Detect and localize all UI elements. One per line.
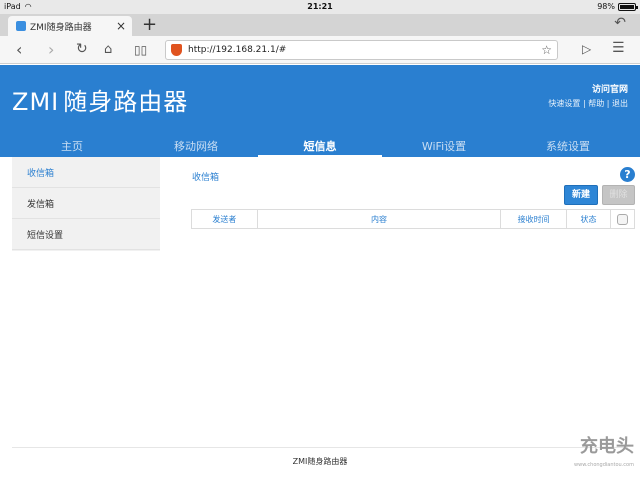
column-content: 内容	[256, 209, 502, 229]
reload-icon[interactable]: ↻	[76, 41, 88, 57]
browser-tab-strip: ZMI随身路由器 × + ↶	[0, 14, 640, 36]
nav-wifi[interactable]: WiFi设置	[382, 137, 506, 157]
back-icon[interactable]: ‹	[16, 40, 22, 59]
quick-setup-link[interactable]: 快速设置	[548, 99, 580, 108]
browser-tab[interactable]: ZMI随身路由器 ×	[8, 16, 132, 36]
delete-button[interactable]: 删除	[602, 185, 635, 205]
bookmarks-icon[interactable]: ▯▯	[134, 43, 147, 57]
new-message-button[interactable]: 新建	[564, 185, 598, 205]
nav-mobile-network[interactable]: 移动网络	[134, 137, 258, 157]
column-sender: 发送者	[191, 209, 258, 229]
watermark-text: 充电头	[580, 436, 634, 457]
status-time: 21:21	[307, 2, 333, 11]
battery-icon	[618, 2, 638, 11]
status-bar: iPad ◠ 21:21 98%	[0, 0, 640, 14]
help-icon[interactable]: ?	[620, 167, 635, 182]
logo-latin: ZMI	[12, 88, 60, 116]
select-all-checkbox[interactable]	[617, 213, 628, 225]
column-status: 状态	[566, 209, 611, 229]
tab-title: ZMI随身路由器	[30, 22, 92, 33]
header-links: 访问官网 快速设置 | 帮助 | 退出	[548, 82, 628, 109]
nav-home[interactable]: 主页	[10, 137, 134, 157]
inbox-table: 发送者 内容 接收时间 状态	[191, 209, 635, 229]
sidebar-item-outbox[interactable]: 发信箱	[12, 188, 160, 219]
battery-percent: 98%	[597, 2, 615, 11]
favicon-icon	[16, 21, 26, 31]
sms-sidebar: 收信箱 发信箱 短信设置	[12, 157, 160, 251]
router-header: ZMI 随身路由器 访问官网 快速设置 | 帮助 | 退出 主页 移动网络 短信息…	[0, 65, 640, 157]
play-icon[interactable]: ▷	[582, 42, 591, 56]
column-select	[610, 209, 635, 229]
logout-link[interactable]: 退出	[612, 99, 628, 108]
footer-divider	[12, 447, 628, 448]
link-separator: |	[606, 99, 610, 108]
logo-cn: 随身路由器	[63, 88, 189, 116]
column-received-time: 接收时间	[500, 209, 568, 229]
url-bar[interactable]: http://192.168.21.1/# ☆	[165, 40, 558, 60]
quick-links: 快速设置 | 帮助 | 退出	[548, 98, 628, 109]
shield-icon	[171, 44, 182, 56]
browser-toolbar: ‹ › ↻ ⌂ ▯▯ http://192.168.21.1/# ☆ ▷ ☰	[0, 36, 640, 64]
link-separator: |	[582, 99, 586, 108]
sidebar-item-inbox[interactable]: 收信箱	[12, 157, 160, 188]
nav-sms[interactable]: 短信息	[258, 137, 382, 157]
sidebar-item-sms-settings[interactable]: 短信设置	[12, 219, 160, 250]
star-icon[interactable]: ☆	[541, 43, 552, 57]
watermark-url: www.chongdiantou.com	[574, 462, 634, 468]
main-nav: 主页 移动网络 短信息 WiFi设置 系统设置	[0, 137, 640, 157]
home-icon[interactable]: ⌂	[104, 42, 112, 57]
forward-icon[interactable]: ›	[48, 40, 54, 59]
status-right: 98%	[597, 2, 638, 11]
help-link[interactable]: 帮助	[588, 99, 604, 108]
visit-site-link[interactable]: 访问官网	[548, 82, 628, 95]
menu-icon[interactable]: ☰	[612, 40, 625, 56]
close-tab-icon[interactable]: ×	[116, 19, 126, 33]
undo-icon[interactable]: ↶	[614, 15, 626, 31]
new-tab-icon[interactable]: +	[142, 14, 157, 35]
footer-text: ZMI随身路由器	[292, 457, 348, 466]
table-header-row: 发送者 内容 接收时间 状态	[191, 209, 635, 229]
battery-level	[620, 4, 634, 9]
url-text: http://192.168.21.1/#	[188, 45, 287, 55]
logo: ZMI 随身路由器	[12, 82, 188, 117]
nav-system[interactable]: 系统设置	[506, 137, 630, 157]
watermark: 充电头 www.chongdiantou.com	[574, 438, 634, 474]
page-title: 收信箱	[192, 173, 220, 183]
